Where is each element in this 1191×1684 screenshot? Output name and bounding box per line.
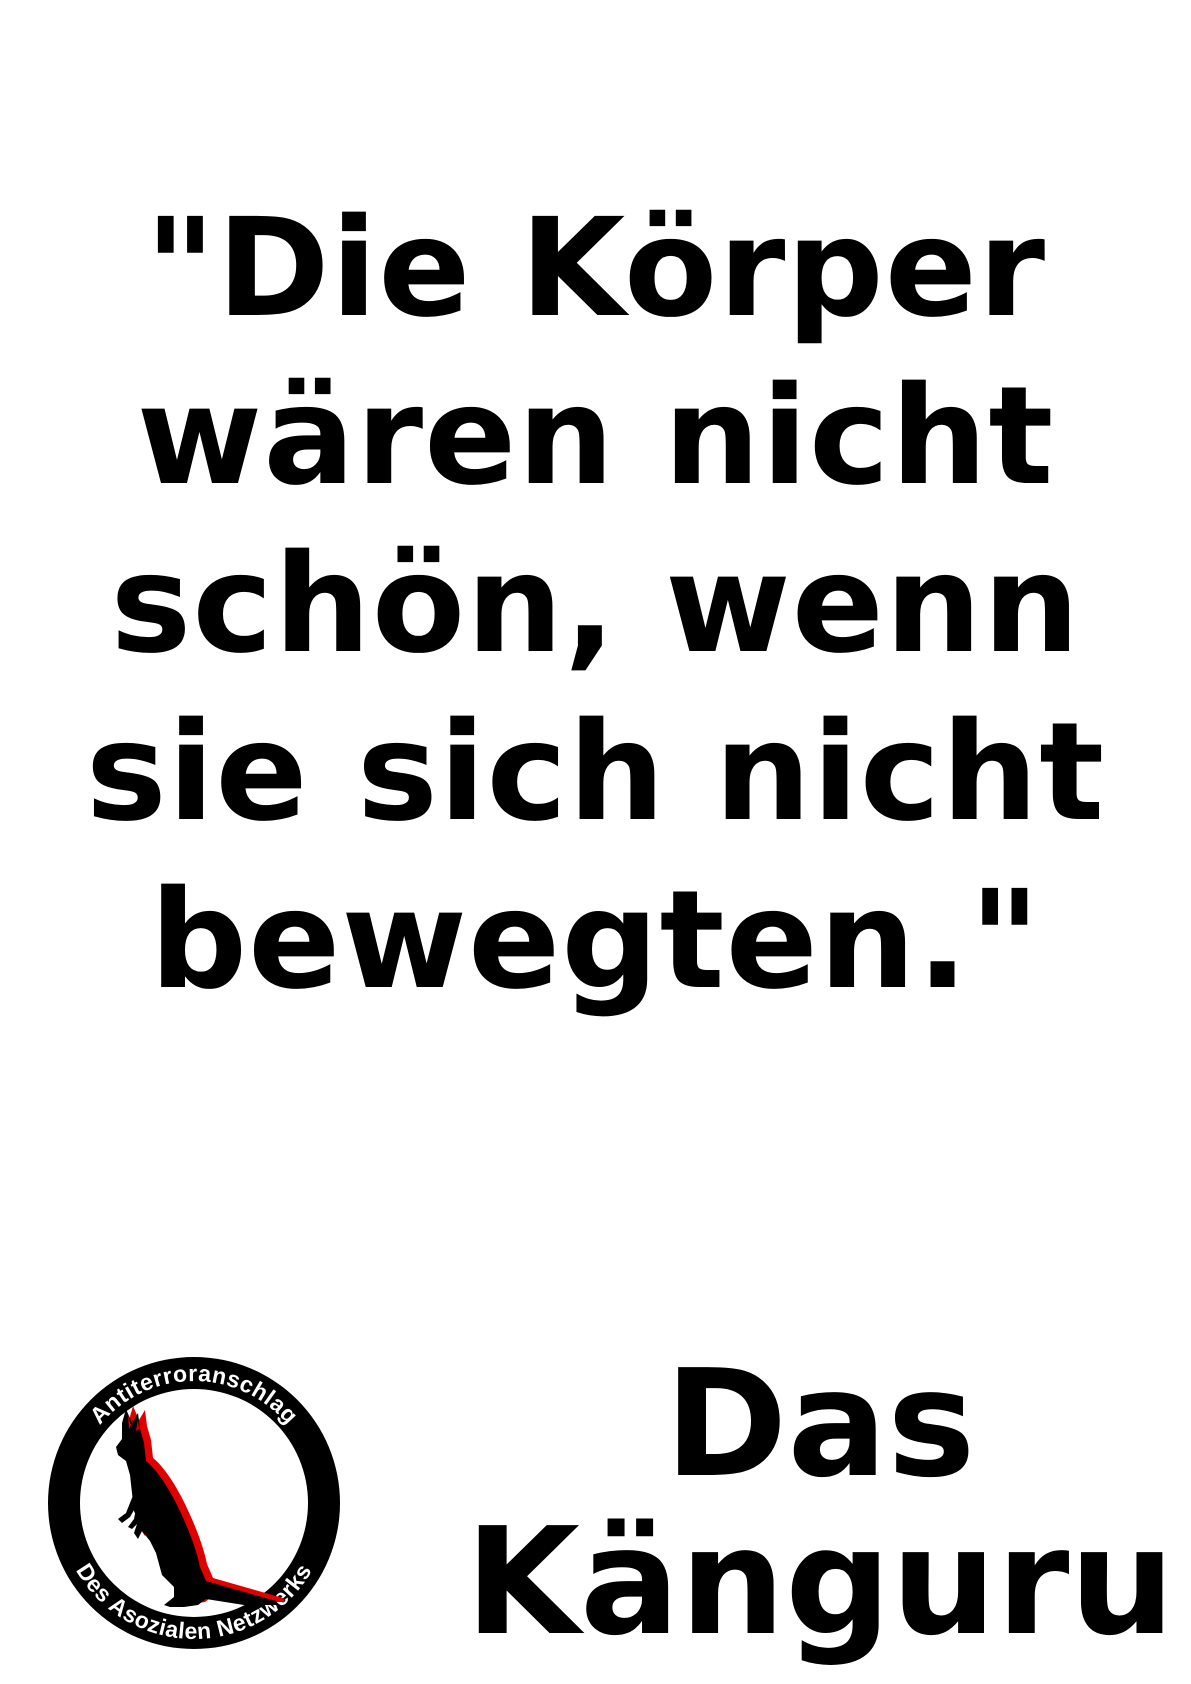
quote-line: wären nicht bbox=[136, 358, 1055, 516]
quote-line: schön, wenn bbox=[110, 526, 1081, 684]
quote-line: "Die Körper bbox=[144, 190, 1047, 348]
antiterroranschlag-logo: Antiterroranschlag Des Asozialen Netzwer… bbox=[34, 1343, 354, 1663]
attribution: Das Känguru bbox=[460, 1345, 1180, 1661]
attribution-line: Das bbox=[664, 1338, 976, 1510]
quote-text: "Die Körper wären nicht schön, wenn sie … bbox=[0, 185, 1191, 1025]
logo-emblem: Antiterroranschlag Des Asozialen Netzwer… bbox=[48, 1357, 340, 1649]
quote-line: sie sich nicht bbox=[85, 694, 1106, 852]
quote-line: bewegten." bbox=[149, 862, 1042, 1020]
attribution-line: Känguru bbox=[465, 1496, 1175, 1668]
